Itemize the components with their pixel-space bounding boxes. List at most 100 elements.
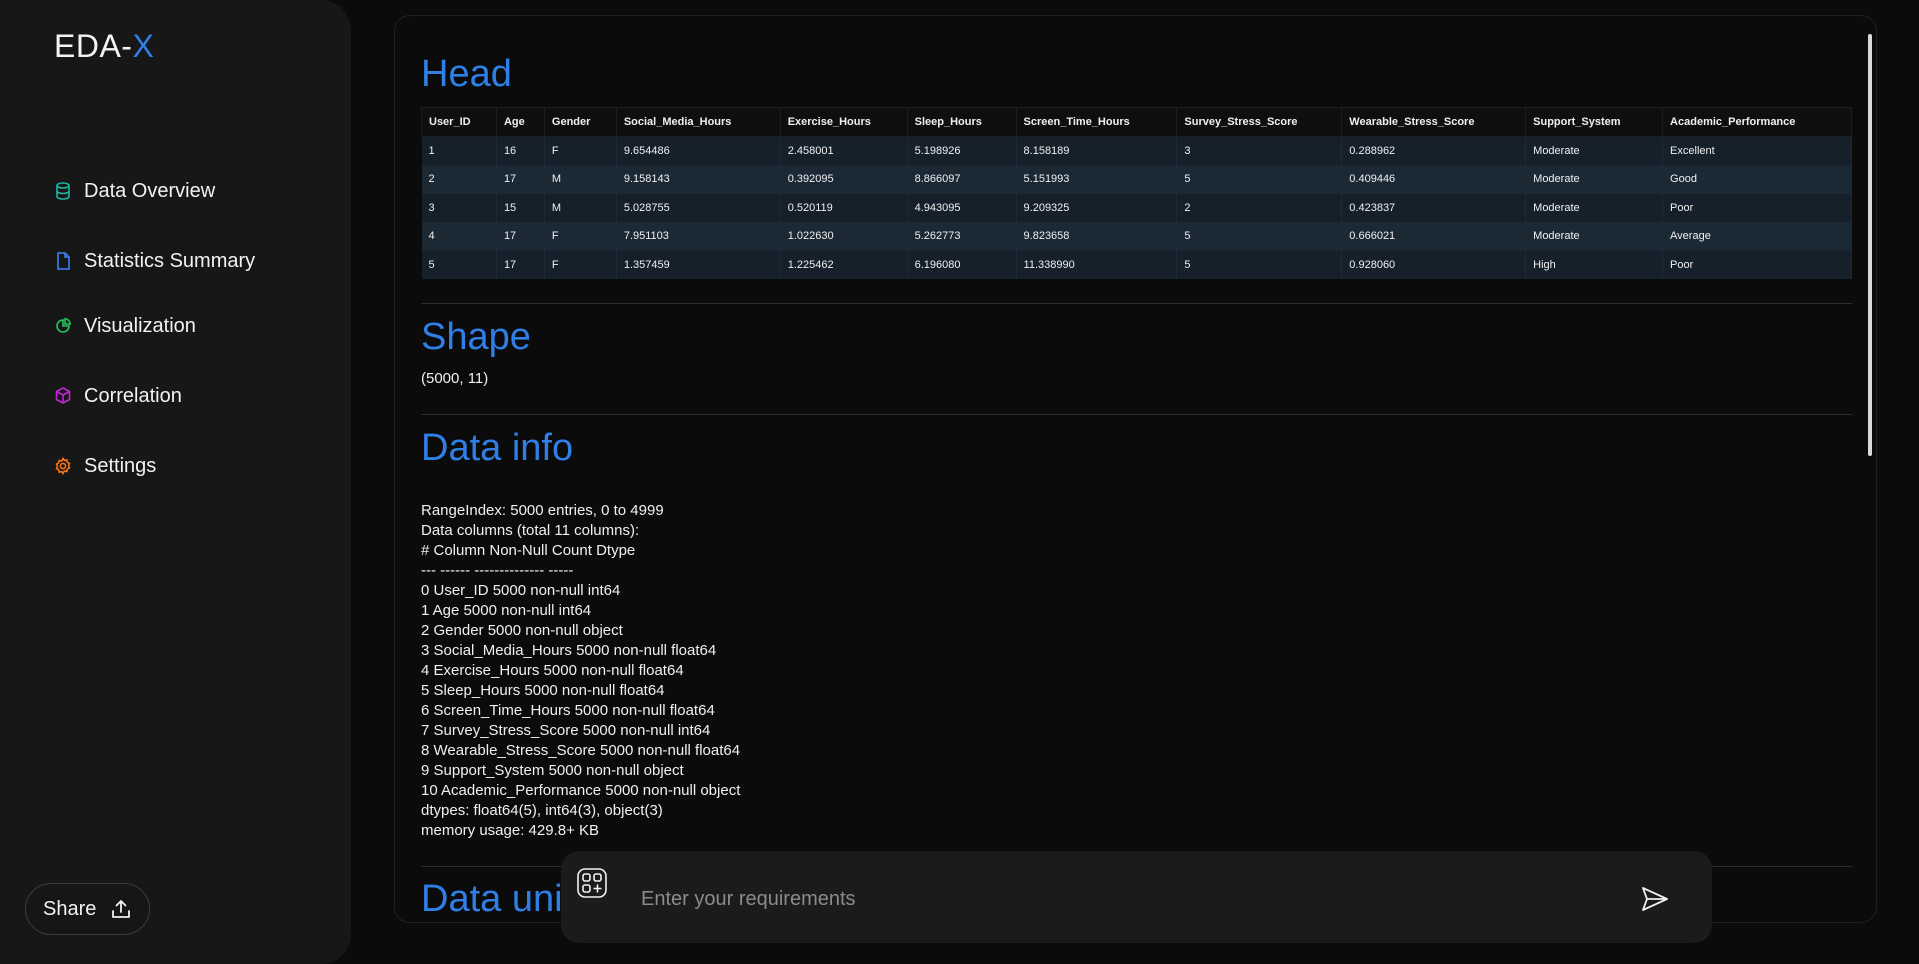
main-panel[interactable]: Head User_ID Age Gender Social_Media_Hou… [394, 15, 1877, 923]
gear-icon [54, 457, 72, 475]
info-line: memory usage: 429.8+ KB [421, 822, 600, 839]
table-cell: F [544, 250, 617, 279]
sidebar-item-visualization[interactable]: Visualization [54, 313, 255, 339]
cube-icon [54, 387, 72, 405]
column-header: Exercise_Hours [779, 107, 908, 137]
info-line: 8 Wearable_Stress_Score 5000 non-null fl… [421, 742, 741, 759]
shape-value: (5000, 11) [421, 370, 489, 387]
column-header: Wearable_Stress_Score [1341, 107, 1527, 137]
table-cell: Good [1662, 165, 1852, 194]
column-header: Screen_Time_Hours [1015, 107, 1178, 137]
column-header: Survey_Stress_Score [1176, 107, 1343, 137]
info-line: # Column Non-Null Count Dtype [421, 542, 636, 559]
sidebar-item-label: Statistics Summary [84, 249, 256, 272]
info-line: 9 Support_System 5000 non-null object [421, 762, 684, 779]
info-line: 5 Sleep_Hours 5000 non-null float64 [421, 682, 665, 699]
info-line: 2 Gender 5000 non-null object [421, 622, 623, 639]
table-row: 4 17 F 7.951103 1.022630 5.262773 9.823658 5 0.6… [421, 222, 1852, 251]
sidebar-nav: Data Overview Statistics Summary Visuali… [54, 178, 255, 477]
table-cell: 0.520119 [780, 193, 908, 222]
table-row: 3 15 M 5.028755 0.520119 4.943095 9.209325 2 0.4… [421, 193, 1852, 222]
table-cell: 4.943095 [907, 193, 1017, 222]
table-cell: 2 [421, 165, 497, 194]
table-cell: 9.654486 [616, 136, 781, 165]
table-cell: 5.198926 [907, 136, 1017, 165]
table-cell: 2 [1176, 193, 1343, 222]
info-line: 0 User_ID 5000 non-null int64 [421, 582, 621, 599]
table-row: 5 17 F 1.357459 1.225462 6.196080 11.338990 5 0.… [421, 250, 1852, 279]
upload-icon [110, 898, 132, 920]
table-cell: 0.423837 [1341, 193, 1527, 222]
table-cell: 7.951103 [616, 222, 781, 251]
table-cell: F [544, 136, 617, 165]
info-line: 7 Survey_Stress_Score 5000 non-null int6… [421, 722, 711, 739]
table-row: 1 16 F 9.654486 2.458001 5.198926 8.158189 3 0.2… [421, 136, 1852, 165]
table-cell: 0.288962 [1341, 136, 1527, 165]
table-cell: 15 [496, 193, 545, 222]
data-info-text: RangeIndex: 5000 entries, 0 to 4999 Data… [421, 501, 740, 841]
table-cell: 5.262773 [907, 222, 1017, 251]
table-cell: 3 [1176, 136, 1343, 165]
pie-chart-icon [54, 317, 72, 335]
column-header: Age [495, 107, 545, 137]
table-cell: Average [1662, 222, 1852, 251]
section-title-head: Head [421, 53, 512, 95]
table-cell: 8.866097 [907, 165, 1017, 194]
table-cell: 5 [1176, 222, 1343, 251]
app-logo[interactable]: EDA-X [54, 28, 154, 65]
column-header: Support_System [1525, 107, 1664, 137]
info-line: 10 Academic_Performance 5000 non-null ob… [421, 782, 741, 799]
table-cell: Excellent [1662, 136, 1852, 165]
sidebar-item-data-overview[interactable]: Data Overview [54, 178, 255, 204]
table-cell: 5.028755 [616, 193, 781, 222]
table-cell: 1.022630 [780, 222, 908, 251]
head-table: User_ID Age Gender Social_Media_Hours Ex… [421, 107, 1852, 279]
table-cell: 9.158143 [616, 165, 781, 194]
info-line: dtypes: float64(5), int64(3), object(3) [421, 802, 663, 819]
table-cell: 5 [1176, 165, 1343, 194]
table-cell: 1.225462 [780, 250, 908, 279]
column-header: Gender [543, 107, 617, 137]
table-cell: 1 [421, 136, 497, 165]
apps-add-icon[interactable] [577, 868, 607, 903]
database-icon [54, 182, 72, 200]
file-icon [54, 252, 72, 270]
table-cell: Poor [1662, 193, 1852, 222]
sidebar: EDA-X Data Overview Statistics Summary V… [0, 0, 351, 964]
share-button[interactable]: Share [25, 883, 150, 935]
sidebar-item-label: Settings [84, 454, 157, 477]
table-cell: 9.209325 [1016, 193, 1178, 222]
table-cell: 0.392095 [780, 165, 908, 194]
scrollbar-thumb[interactable] [1868, 34, 1872, 456]
info-line: Data columns (total 11 columns): [421, 522, 640, 539]
table-cell: 4 [421, 222, 497, 251]
info-line: 4 Exercise_Hours 5000 non-null float64 [421, 662, 684, 679]
sidebar-item-correlation[interactable]: Correlation [54, 383, 255, 409]
sidebar-item-settings[interactable]: Settings [54, 453, 255, 479]
table-cell: 3 [421, 193, 497, 222]
table-cell: M [544, 165, 617, 194]
table-cell: 8.158189 [1016, 136, 1178, 165]
table-cell: 6.196080 [907, 250, 1017, 279]
table-cell: 5 [1176, 250, 1343, 279]
table-cell: 17 [496, 222, 545, 251]
table-cell: Moderate [1525, 165, 1664, 194]
table-row: 2 17 M 9.158143 0.392095 8.866097 5.151993 5 0.4… [421, 165, 1852, 194]
send-icon[interactable] [1641, 886, 1669, 917]
table-cell: Poor [1662, 250, 1852, 279]
column-header: Academic_Performance [1662, 107, 1852, 137]
table-cell: M [544, 193, 617, 222]
table-cell: Moderate [1525, 193, 1664, 222]
share-label: Share [43, 897, 97, 920]
requirements-input[interactable] [641, 881, 1541, 917]
logo-text: EDA- [54, 28, 133, 64]
sidebar-item-statistics-summary[interactable]: Statistics Summary [54, 248, 255, 274]
table-cell: 9.823658 [1016, 222, 1178, 251]
sidebar-item-label: Data Overview [84, 179, 216, 202]
table-cell: 1.357459 [616, 250, 781, 279]
info-line: 3 Social_Media_Hours 5000 non-null float… [421, 642, 717, 659]
table-cell: Moderate [1525, 222, 1664, 251]
section-divider [421, 303, 1852, 304]
table-cell: 17 [496, 165, 545, 194]
table-cell: 5 [421, 250, 497, 279]
